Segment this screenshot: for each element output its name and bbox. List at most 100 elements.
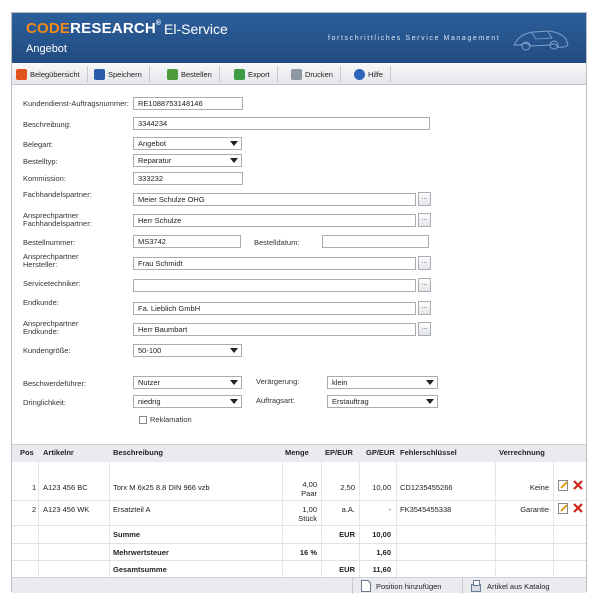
endkunde-label: Endkunde: xyxy=(23,298,59,307)
printer-icon xyxy=(291,68,302,80)
beschwerde-label: Beschwerdeführer: xyxy=(23,379,86,388)
row2-artikelnr: A123 456 WK xyxy=(43,505,90,514)
row-divider xyxy=(12,560,586,561)
dropdown-arrow-icon xyxy=(230,141,238,146)
bestellnummer-field[interactable]: MS3742 xyxy=(133,235,241,248)
ansprech-hersteller-label-line2: Hersteller: xyxy=(23,260,58,269)
car-outline-icon xyxy=(513,30,569,51)
endkunde-lookup-button[interactable]: ... xyxy=(418,301,431,315)
fachhandel-lookup-button[interactable]: ... xyxy=(418,192,431,206)
beschreibung-field[interactable]: 3344234 xyxy=(133,117,430,130)
ansprech-fach-field[interactable]: Herr Schulze xyxy=(133,214,416,227)
add-position-label: Position hinzufügen xyxy=(376,581,442,591)
reklamation-checkbox[interactable] xyxy=(139,416,147,424)
add-from-catalog-label: Artikel aus Katalog xyxy=(487,581,550,591)
row-divider xyxy=(12,500,586,501)
dropdown-arrow-icon xyxy=(426,399,434,404)
belegart-label: Belegart: xyxy=(23,140,54,149)
dropdown-arrow-icon xyxy=(230,158,238,163)
help-label: Hilfe xyxy=(368,69,384,79)
beschwerde-value: Nutzer xyxy=(138,378,161,387)
servicetechniker-lookup-button[interactable]: ... xyxy=(418,278,431,292)
gesamt-currency: EUR xyxy=(339,565,355,574)
dropdown-arrow-icon xyxy=(230,348,238,353)
row2-ep: a.A. xyxy=(341,505,355,514)
fachhandel-field[interactable]: Meier Schulze OHG xyxy=(133,193,416,206)
kundengroesse-value: 50-100 xyxy=(138,346,162,355)
delete-icon[interactable] xyxy=(572,502,584,514)
beleguebersicht-label: Belegübersicht xyxy=(30,69,80,79)
bestelldatum-field[interactable] xyxy=(322,235,429,248)
ansprech-fach-lookup-button[interactable]: ... xyxy=(418,213,431,227)
kommission-label: Kommission: xyxy=(23,174,66,183)
col-header-verrechnung: Verrechnung xyxy=(499,448,545,457)
export-button[interactable]: Export xyxy=(234,66,278,82)
endkunde-field[interactable]: Fa. Lieblich GmbH xyxy=(133,302,416,315)
kundengroesse-select[interactable]: 50-100 xyxy=(133,344,242,357)
ansprech-end-label-line2: Endkunde: xyxy=(23,327,59,336)
toolbar: Belegübersicht Speichern Bestellen Expor… xyxy=(12,63,586,85)
catalog-icon xyxy=(471,580,481,592)
beschreibung-label: Beschreibung: xyxy=(23,120,71,129)
row2-fehlerschluessel: FK3545455338 xyxy=(400,505,452,514)
edit-icon[interactable] xyxy=(558,503,569,514)
floppy-disk-icon xyxy=(94,68,105,80)
row1-ep: 2,50 xyxy=(340,483,355,492)
fachhandel-label: Fachhandelspartner: xyxy=(23,190,92,199)
auftragsart-select[interactable]: Erstauftrag xyxy=(327,395,438,408)
veraergerung-select[interactable]: klein xyxy=(327,376,438,389)
auftragsnummer-field[interactable]: RE1088753148146 xyxy=(133,97,243,110)
ansprech-hersteller-field[interactable]: Frau Schmidt xyxy=(133,257,416,270)
dropdown-arrow-icon xyxy=(426,380,434,385)
order-button[interactable]: Bestellen xyxy=(167,66,220,82)
bestelltyp-value: Reparatur xyxy=(138,156,172,165)
dringlichkeit-value: niedrig xyxy=(138,397,161,406)
delete-icon[interactable] xyxy=(572,479,584,491)
belegart-select[interactable]: Angebot xyxy=(133,137,242,150)
print-button[interactable]: Drucken xyxy=(291,66,341,82)
ansprech-end-field[interactable]: Herr Baumbart xyxy=(133,323,416,336)
dringlichkeit-label: Dringlichkeit: xyxy=(23,398,66,407)
edit-icon[interactable] xyxy=(558,480,569,491)
bestelltyp-select[interactable]: Reparatur xyxy=(133,154,242,167)
order-icon xyxy=(167,68,178,80)
export-icon xyxy=(234,68,245,80)
belegart-value: Angebot xyxy=(138,139,166,148)
ansprech-hersteller-lookup-button[interactable]: ... xyxy=(418,256,431,270)
beleguebersicht-button[interactable]: Belegübersicht xyxy=(16,66,88,82)
dringlichkeit-select[interactable]: niedrig xyxy=(133,395,242,408)
row2-pos: 2 xyxy=(32,505,37,514)
logo-code-text: CODE xyxy=(26,20,71,37)
ansprech-end-lookup-button[interactable]: ... xyxy=(418,322,431,336)
mwst-rate: 16 % xyxy=(299,548,317,557)
row2-einheit: Stück xyxy=(298,514,317,523)
row-divider xyxy=(12,525,586,526)
logo-research-text: RESEARCH xyxy=(70,20,156,37)
row2-verrechnung: Garantie xyxy=(520,505,549,514)
ansprech-fach-label: Ansprechpartner Fachhandelspartner: xyxy=(23,212,92,228)
col-header-fehlerschluessel: Fehlerschlüssel xyxy=(400,448,457,457)
beschwerde-select[interactable]: Nutzer xyxy=(133,376,242,389)
row2-beschreibung: Ersatzteil A xyxy=(113,505,151,514)
app-window: CODERESEARCH® El-Service fortschrittlich… xyxy=(11,12,587,594)
servicetechniker-field[interactable] xyxy=(133,279,416,292)
row1-einheit: Paar xyxy=(301,489,317,498)
summe-value: 10,00 xyxy=(372,530,391,539)
row-divider xyxy=(12,543,586,544)
row2-menge: 1,00 xyxy=(302,505,317,514)
row1-verrechnung: Keine xyxy=(529,483,549,492)
row1-artikelnr: A123 456 BC xyxy=(43,483,88,492)
table-footer: Position hinzufügen Artikel aus Katalog xyxy=(12,577,586,594)
auftragsart-label: Auftragsart: xyxy=(256,396,295,405)
summe-currency: EUR xyxy=(339,530,355,539)
save-button[interactable]: Speichern xyxy=(94,66,150,82)
dropdown-arrow-icon xyxy=(230,380,238,385)
overview-icon xyxy=(16,68,27,80)
kommission-field[interactable]: 333232 xyxy=(133,172,243,185)
export-label: Export xyxy=(248,69,270,79)
help-button[interactable]: Hilfe xyxy=(354,66,392,82)
app-header: CODERESEARCH® El-Service fortschrittlich… xyxy=(12,13,586,63)
servicetechniker-label: Servicetechniker: xyxy=(23,279,81,288)
save-label: Speichern xyxy=(108,69,142,79)
tagline: fortschrittliches Service Management xyxy=(328,35,501,42)
